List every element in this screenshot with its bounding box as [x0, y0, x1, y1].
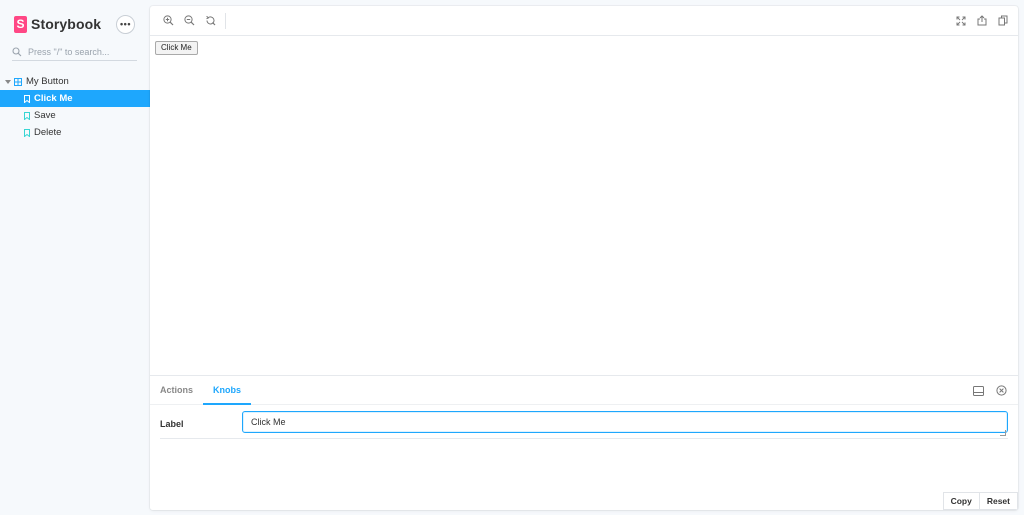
- fullscreen-button[interactable]: [950, 11, 971, 32]
- knob-row-label: Label: [160, 409, 1008, 439]
- zoom-in-icon: [163, 13, 174, 31]
- search-bar: [12, 44, 137, 61]
- main-panel: Click Me Actions Knobs Label Cop: [150, 6, 1018, 510]
- share-button[interactable]: [971, 11, 992, 32]
- close-panel-button[interactable]: [991, 381, 1012, 402]
- preview-click-me-button[interactable]: Click Me: [155, 41, 198, 55]
- chevron-down-icon[interactable]: [5, 79, 11, 84]
- zoom-reset-button[interactable]: [200, 11, 221, 32]
- bookmark-icon: [24, 128, 30, 137]
- preview-canvas: Click Me: [150, 36, 1018, 375]
- zoom-out-button[interactable]: [179, 11, 200, 32]
- copy-link-button[interactable]: [992, 11, 1013, 32]
- menu-button[interactable]: •••: [116, 15, 135, 34]
- share-icon: [977, 13, 987, 31]
- bookmark-icon: [24, 94, 30, 103]
- knob-label: Label: [160, 419, 184, 429]
- reset-button[interactable]: Reset: [978, 492, 1018, 510]
- tree-story-click-me[interactable]: Click Me: [0, 90, 150, 107]
- addons-tabs: Actions Knobs: [150, 376, 1018, 405]
- storybook-logo-icon: S: [14, 15, 27, 33]
- tree-component-my-button[interactable]: My Button: [0, 73, 150, 90]
- resize-handle-icon[interactable]: [1000, 430, 1006, 436]
- search-icon: [12, 47, 26, 57]
- brand[interactable]: S Storybook: [14, 14, 101, 34]
- tree-story-label: Delete: [34, 127, 62, 138]
- tab-knobs[interactable]: Knobs: [203, 376, 252, 405]
- addons-panel: Actions Knobs Label Copy Reset: [150, 375, 1018, 510]
- close-icon: [996, 383, 1007, 401]
- ellipsis-icon: •••: [120, 19, 131, 29]
- component-icon: [14, 77, 22, 86]
- story-tree: My Button Click Me Save Delete: [0, 73, 150, 141]
- tree-story-delete[interactable]: Delete: [0, 124, 150, 141]
- tree-component-label: My Button: [26, 76, 69, 87]
- knobs-footer: Copy Reset: [942, 492, 1018, 510]
- fullscreen-icon: [956, 13, 966, 31]
- toggle-panel-position-button[interactable]: [968, 381, 989, 402]
- tree-story-label: Click Me: [34, 93, 73, 104]
- zoom-in-button[interactable]: [158, 11, 179, 32]
- panel-bottom-icon: [973, 383, 984, 401]
- copy-link-icon: [998, 13, 1008, 31]
- tree-story-save[interactable]: Save: [0, 107, 150, 124]
- search-input[interactable]: [26, 47, 134, 57]
- knob-label-input[interactable]: [242, 411, 1008, 433]
- brand-title: Storybook: [31, 16, 102, 32]
- preview-toolbar: [150, 6, 1018, 36]
- bookmark-icon: [24, 111, 30, 120]
- sidebar: S Storybook ••• My Button Click Me: [0, 0, 150, 515]
- zoom-out-icon: [184, 13, 195, 31]
- toolbar-divider: [225, 13, 226, 29]
- tab-actions[interactable]: Actions: [150, 376, 203, 405]
- copy-button[interactable]: Copy: [942, 492, 980, 510]
- zoom-reset-icon: [205, 13, 216, 31]
- tree-story-label: Save: [34, 110, 56, 121]
